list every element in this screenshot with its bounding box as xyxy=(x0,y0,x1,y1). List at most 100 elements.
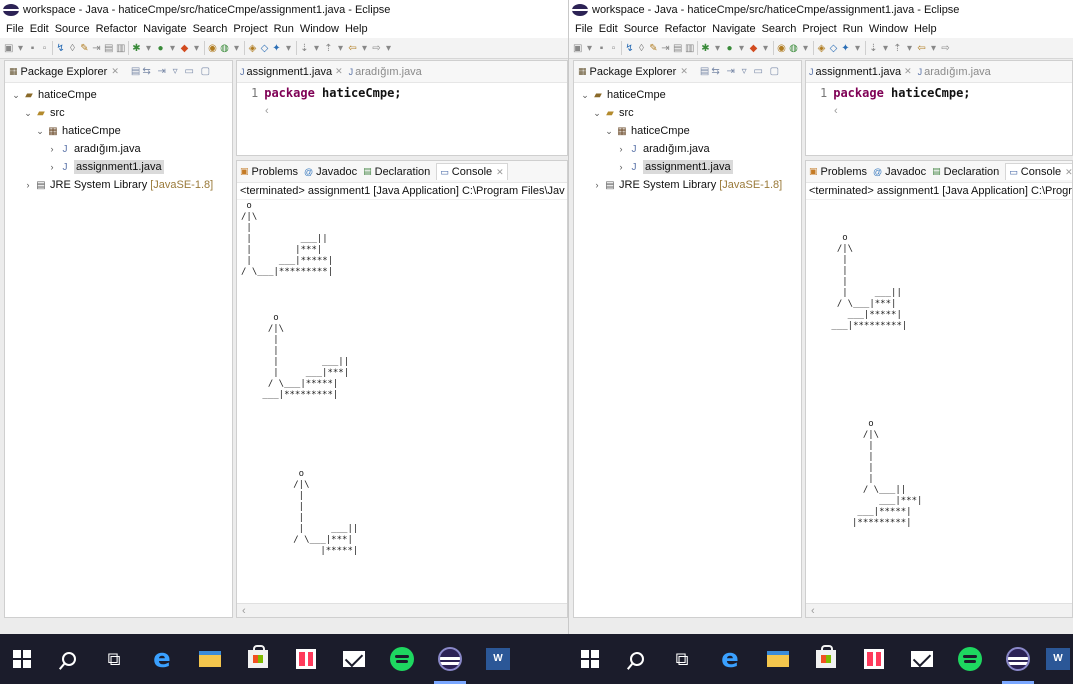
new-icon[interactable]: ▣ xyxy=(4,43,13,54)
menu-window[interactable]: Window xyxy=(300,23,339,35)
dropdown-icon[interactable]: ▾ xyxy=(144,43,153,54)
tree-item-jre[interactable]: › ▤ JRE System Library [JavaSE-1.8] xyxy=(574,176,801,194)
close-icon[interactable]: ✕ xyxy=(1065,167,1072,178)
package-explorer-title[interactable]: Package Explorer xyxy=(21,66,108,78)
menu-search[interactable]: Search xyxy=(193,23,228,35)
back-icon[interactable]: ⇦ xyxy=(348,43,357,54)
tab-problems[interactable]: ▣ Problems xyxy=(240,166,298,178)
store-icon[interactable] xyxy=(246,645,270,671)
tree-item-jre[interactable]: › ▤ JRE System Library [JavaSE-1.8] xyxy=(5,176,232,194)
spotify-icon[interactable] xyxy=(958,647,982,671)
open-type-icon[interactable]: ◈ xyxy=(817,43,826,54)
tab-declaration[interactable]: ▤ Declaration xyxy=(932,166,999,178)
tab-aradigim[interactable]: J aradığım.java xyxy=(918,66,991,78)
gift-icon[interactable] xyxy=(862,647,886,671)
toggle-icon[interactable]: ▤ xyxy=(673,43,682,54)
tree-item-file-aradigim[interactable]: › J aradığım.java xyxy=(5,140,232,158)
chevron-down-icon[interactable]: ⌄ xyxy=(35,126,45,137)
new-icon[interactable]: ▣ xyxy=(573,43,582,54)
tab-javadoc[interactable]: @ Javadoc xyxy=(873,166,926,178)
menu-window[interactable]: Window xyxy=(869,23,908,35)
debug-icon[interactable]: ✱ xyxy=(701,43,710,54)
menu-help[interactable]: Help xyxy=(914,23,937,35)
dropdown-icon[interactable]: ▾ xyxy=(585,43,594,54)
tree-item-package[interactable]: ⌄ ▦ haticeCmpe xyxy=(574,122,801,140)
package-explorer-title[interactable]: Package Explorer xyxy=(590,66,677,78)
chevron-right-icon[interactable]: › xyxy=(592,180,602,190)
editor-horizontal-scrollbar[interactable]: ‹ xyxy=(834,105,1044,117)
step-icon[interactable]: ⇥ xyxy=(92,43,101,54)
chevron-right-icon[interactable]: › xyxy=(47,162,57,172)
open-type-icon[interactable]: ◈ xyxy=(248,43,257,54)
dropdown-icon[interactable]: ▾ xyxy=(168,43,177,54)
next-annotation-icon[interactable]: ⇣ xyxy=(300,43,309,54)
new-package-icon[interactable]: ◍ xyxy=(220,43,229,54)
run-icon[interactable]: ● xyxy=(725,43,734,54)
spotify-icon[interactable] xyxy=(390,647,414,671)
windows-start-icon[interactable] xyxy=(10,647,34,671)
edge-icon[interactable]: e xyxy=(150,646,174,672)
chevron-right-icon[interactable]: › xyxy=(616,162,626,172)
close-icon[interactable]: ✕ xyxy=(335,66,343,77)
chevron-right-icon[interactable]: › xyxy=(23,180,33,190)
tab-console[interactable]: ▭ Console ✕ xyxy=(1005,163,1072,180)
edge-icon[interactable]: e xyxy=(718,646,742,672)
dropdown-icon[interactable]: ▾ xyxy=(905,43,914,54)
block-icon[interactable]: ▥ xyxy=(116,43,125,54)
task-view-icon[interactable]: ⧉ xyxy=(670,647,694,671)
forward-icon[interactable]: ⇨ xyxy=(372,43,381,54)
scroll-left-icon[interactable]: ‹ xyxy=(265,105,269,117)
dropdown-icon[interactable]: ▾ xyxy=(284,43,293,54)
dropdown-icon[interactable]: ▾ xyxy=(16,43,25,54)
menu-file[interactable]: File xyxy=(575,23,593,35)
menu-search[interactable]: Search xyxy=(762,23,797,35)
dropdown-icon[interactable]: ▾ xyxy=(929,43,938,54)
store-icon[interactable] xyxy=(814,645,838,671)
file-explorer-icon[interactable] xyxy=(198,647,222,671)
menu-edit[interactable]: Edit xyxy=(30,23,49,35)
gift-icon[interactable] xyxy=(294,647,318,671)
dropdown-icon[interactable]: ▾ xyxy=(336,43,345,54)
chevron-down-icon[interactable]: ⌄ xyxy=(23,108,33,119)
pen-icon[interactable]: ✎ xyxy=(649,43,658,54)
coverage-icon[interactable]: ◆ xyxy=(749,43,758,54)
skip-breakpoints-icon[interactable]: ↯ xyxy=(56,43,65,54)
editor-horizontal-scrollbar[interactable]: ‹ xyxy=(265,105,539,117)
prev-annotation-icon[interactable]: ⇡ xyxy=(324,43,333,54)
menu-project[interactable]: Project xyxy=(802,23,836,35)
menu-help[interactable]: Help xyxy=(345,23,368,35)
new-package-icon[interactable]: ◍ xyxy=(789,43,798,54)
toggle-icon[interactable]: ▤ xyxy=(104,43,113,54)
dropdown-icon[interactable]: ▾ xyxy=(761,43,770,54)
tab-aradigim[interactable]: J aradığım.java xyxy=(349,66,422,78)
menu-file[interactable]: File xyxy=(6,23,24,35)
close-icon[interactable]: ✕ xyxy=(680,66,688,77)
search-tool-icon[interactable]: ✦ xyxy=(841,43,850,54)
forward-icon[interactable]: ⇨ xyxy=(941,43,950,54)
title-bar[interactable]: workspace - Java - haticeCmpe/src/hatice… xyxy=(0,0,568,20)
dropdown-icon[interactable]: ▾ xyxy=(312,43,321,54)
save-all-icon[interactable]: ▫ xyxy=(609,43,618,54)
next-annotation-icon[interactable]: ⇣ xyxy=(869,43,878,54)
console-horizontal-scrollbar[interactable]: ‹ xyxy=(237,603,567,617)
menu-navigate[interactable]: Navigate xyxy=(143,23,186,35)
perspective-icon[interactable]: ◊ xyxy=(637,43,646,54)
back-icon[interactable]: ⇦ xyxy=(917,43,926,54)
new-class-icon[interactable]: ◉ xyxy=(777,43,786,54)
chevron-down-icon[interactable]: ⌄ xyxy=(580,90,590,101)
chevron-down-icon[interactable]: ⌄ xyxy=(11,90,21,101)
new-class-icon[interactable]: ◉ xyxy=(208,43,217,54)
scroll-left-icon[interactable]: ‹ xyxy=(834,105,838,117)
menu-run[interactable]: Run xyxy=(843,23,863,35)
save-icon[interactable]: ▪ xyxy=(597,43,606,54)
chevron-down-icon[interactable]: ⌄ xyxy=(592,108,602,119)
dropdown-icon[interactable]: ▾ xyxy=(881,43,890,54)
tree-item-file-aradigim[interactable]: › J aradığım.java xyxy=(574,140,801,158)
dropdown-icon[interactable]: ▾ xyxy=(801,43,810,54)
tree-item-src[interactable]: ⌄ ▰ src xyxy=(5,104,232,122)
dropdown-icon[interactable]: ▾ xyxy=(737,43,746,54)
open-task-icon[interactable]: ◇ xyxy=(260,43,269,54)
save-icon[interactable]: ▪ xyxy=(28,43,37,54)
chevron-right-icon[interactable]: › xyxy=(616,144,626,154)
menu-refactor[interactable]: Refactor xyxy=(96,23,138,35)
